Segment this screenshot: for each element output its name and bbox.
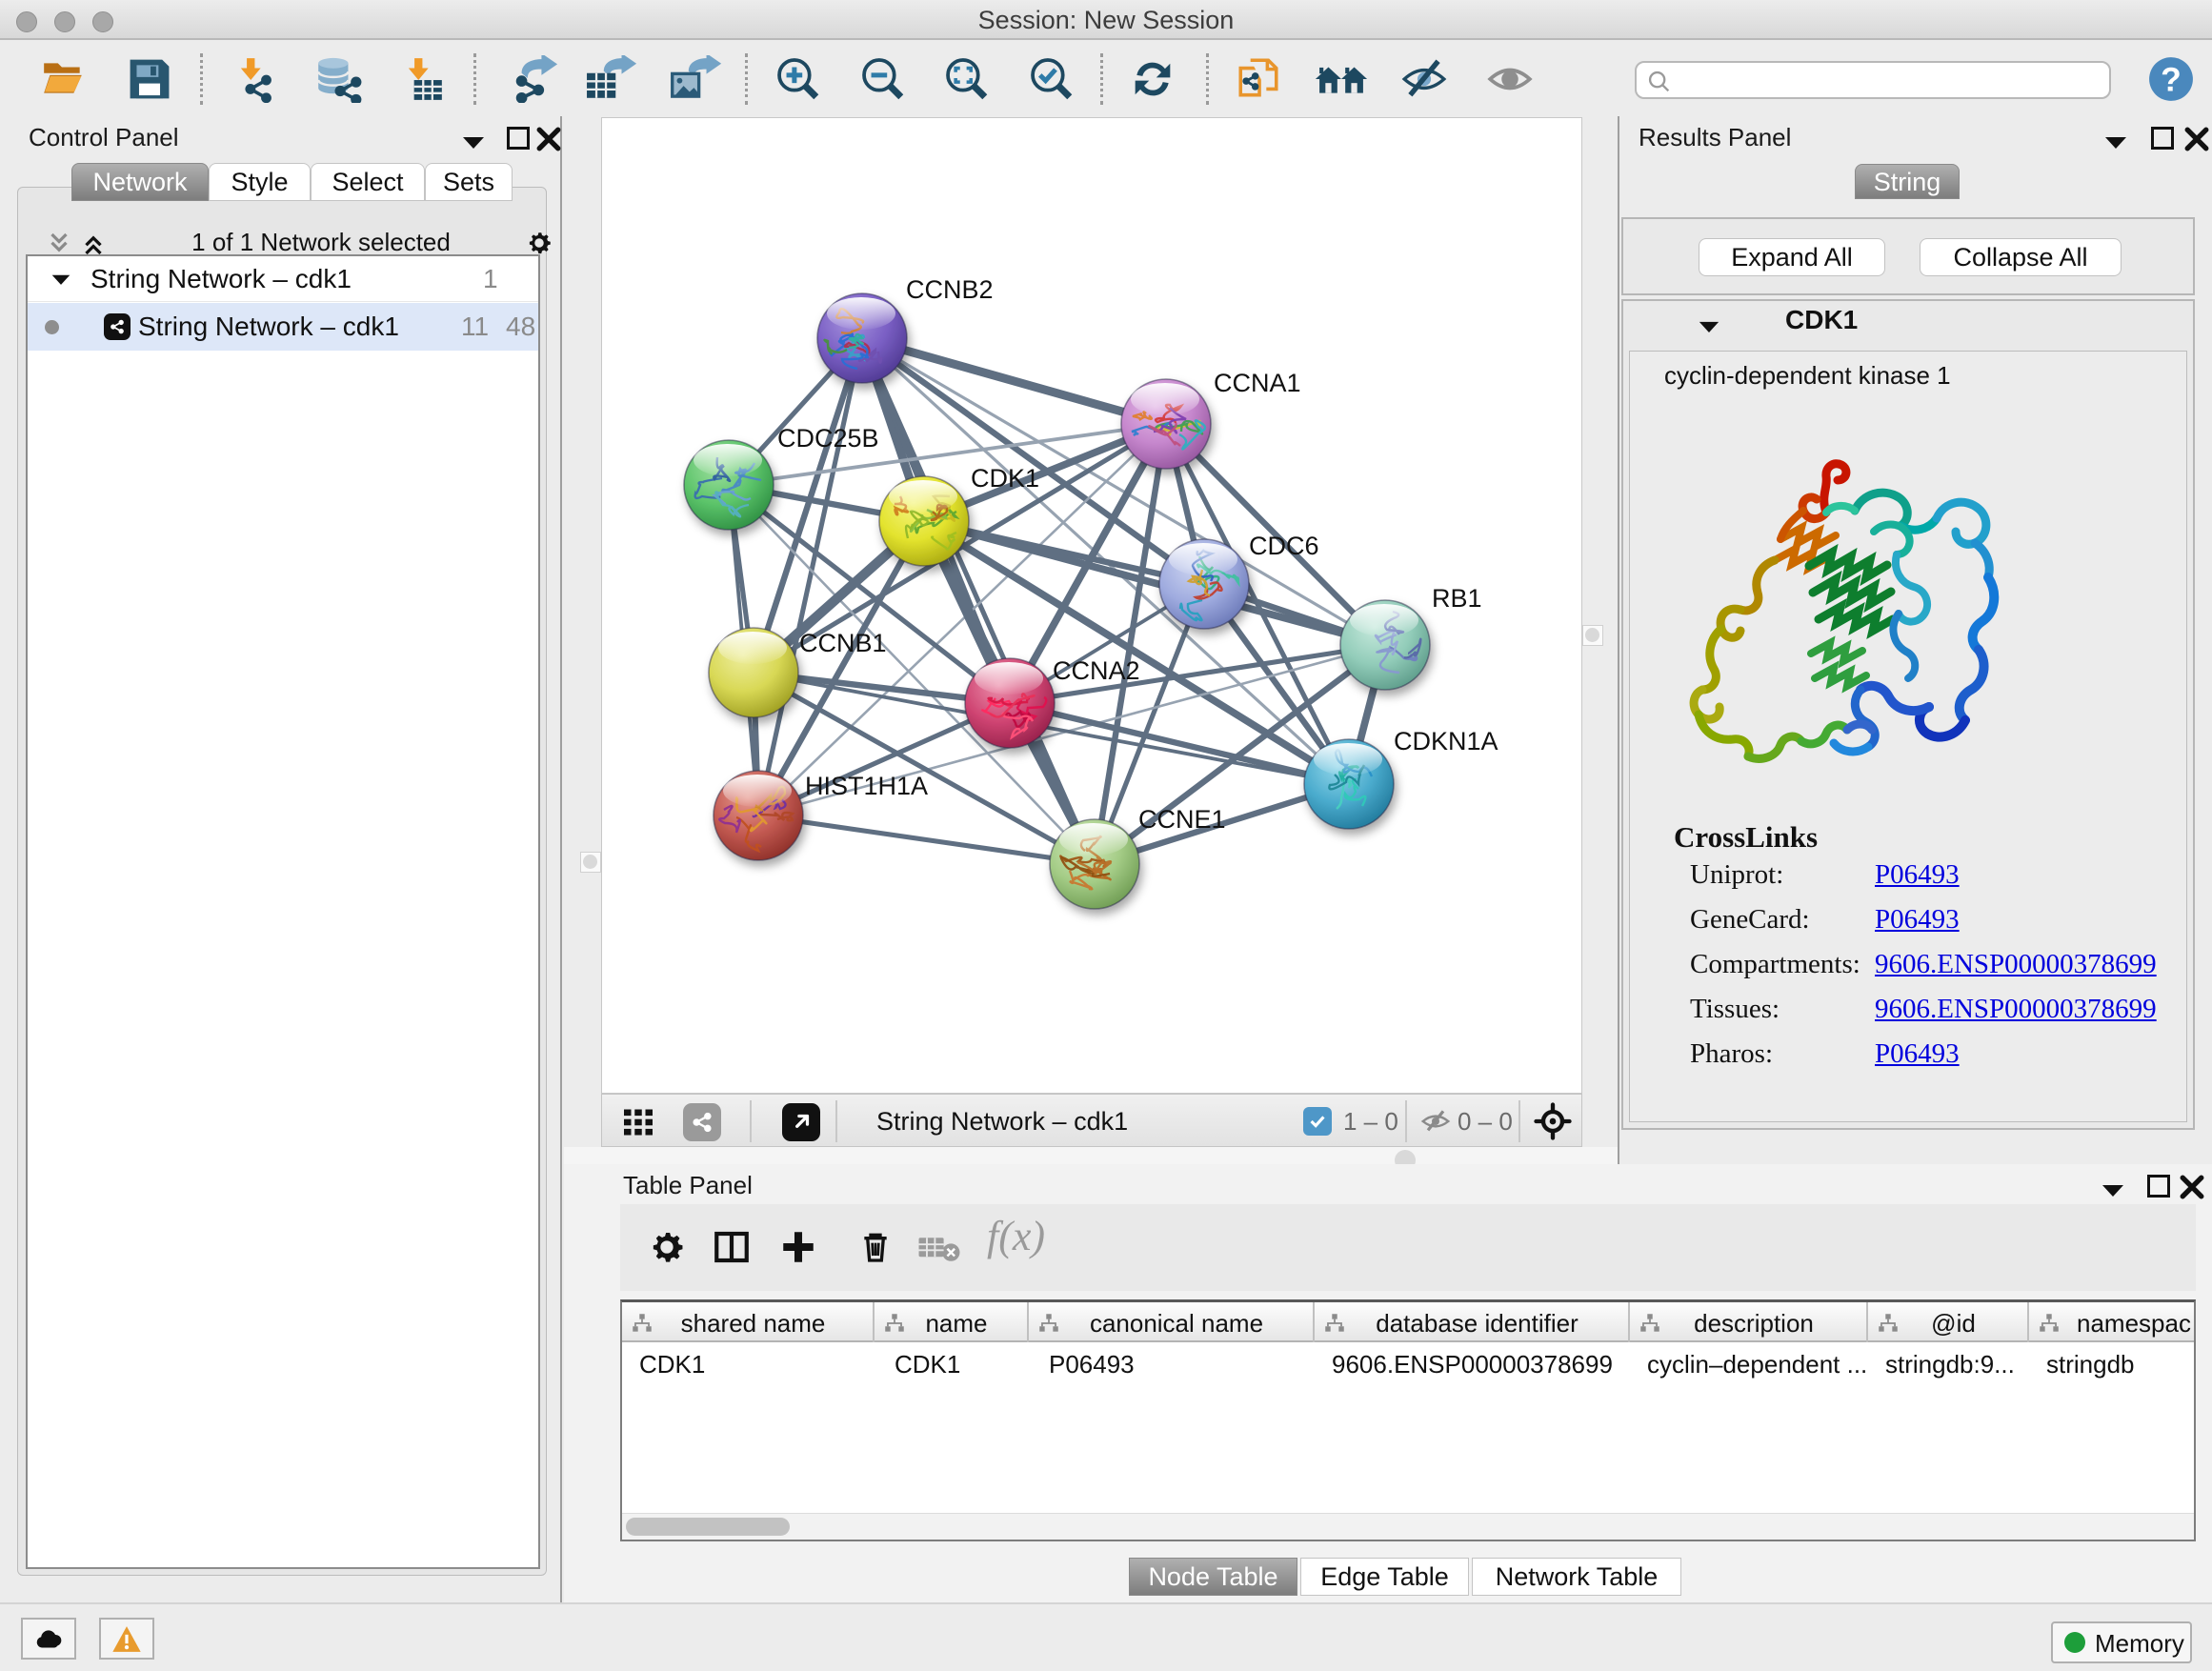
svg-text:CDK1: CDK1	[971, 464, 1039, 493]
svg-text:CCNB2: CCNB2	[906, 275, 994, 304]
svg-text:CCNA2: CCNA2	[1053, 656, 1140, 685]
svg-text:CCNB1: CCNB1	[799, 629, 887, 657]
svg-text:CCNE1: CCNE1	[1138, 805, 1226, 834]
svg-text:RB1: RB1	[1432, 584, 1482, 613]
svg-text:CCNA1: CCNA1	[1214, 369, 1301, 397]
svg-text:HIST1H1A: HIST1H1A	[805, 772, 928, 800]
svg-text:CDKN1A: CDKN1A	[1394, 727, 1498, 755]
svg-text:?: ?	[2161, 61, 2182, 99]
svg-text:CDC6: CDC6	[1249, 532, 1319, 560]
svg-text:CDC25B: CDC25B	[777, 424, 879, 453]
